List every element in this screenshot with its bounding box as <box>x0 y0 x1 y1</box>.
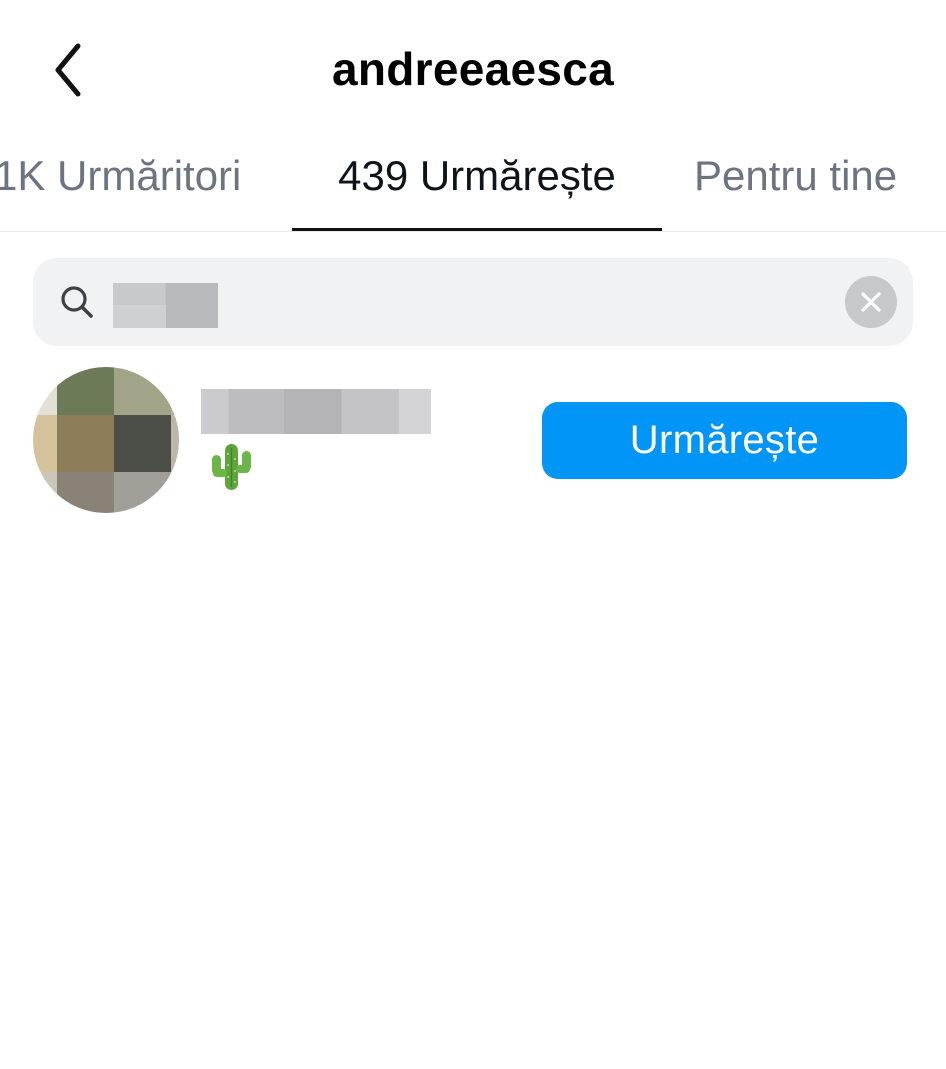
tab-following[interactable]: 439 Urmărește <box>292 152 662 231</box>
cactus-icon <box>212 444 251 490</box>
subtitle <box>207 440 255 494</box>
list-item[interactable]: Urmărește <box>0 362 946 522</box>
search-bar <box>33 258 913 346</box>
search-query-redacted <box>113 283 218 328</box>
tab-bar: 1K Urmăritori 439 Urmărește Pentru tine <box>0 140 946 232</box>
clear-circle-icon <box>861 292 881 312</box>
username-redacted[interactable] <box>201 389 431 434</box>
follow-button[interactable]: Urmărește <box>542 402 907 479</box>
avatar[interactable] <box>33 367 179 513</box>
tab-for-you[interactable]: Pentru tine <box>694 152 897 231</box>
header: andreeaesca <box>0 0 946 140</box>
tab-followers[interactable]: 1K Urmăritori <box>0 152 241 231</box>
search-input[interactable] <box>113 278 813 326</box>
page-title: andreeaesca <box>331 43 615 95</box>
app-root: andreeaesca 1K Urmăritori 439 Urmărește … <box>0 0 946 1069</box>
search-icon <box>61 286 93 318</box>
clear-search-button[interactable] <box>845 276 897 328</box>
